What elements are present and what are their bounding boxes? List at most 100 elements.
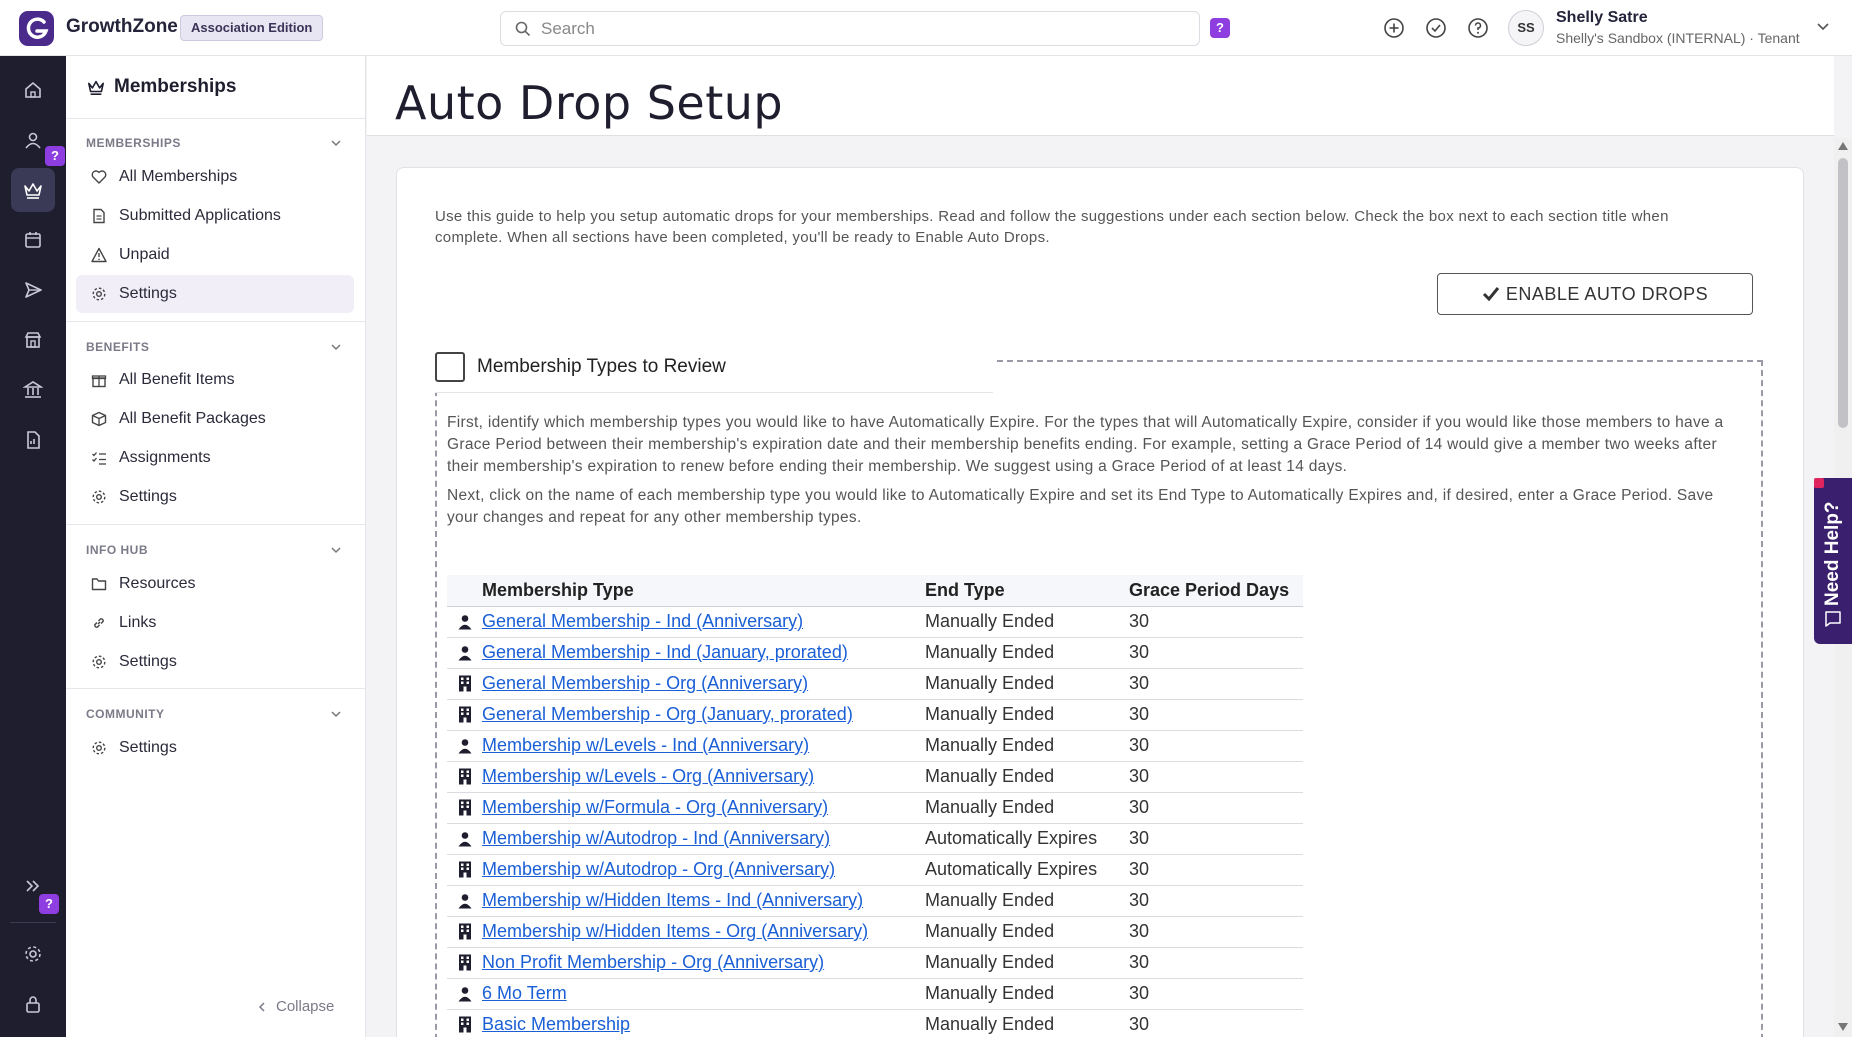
gear-icon — [92, 741, 106, 755]
nav-rail: ? ? — [0, 56, 66, 1037]
sidebar-item-infohub-settings[interactable]: Settings — [76, 643, 354, 681]
sidebar-item-links[interactable]: Links — [76, 604, 354, 642]
person-icon — [447, 606, 482, 638]
table-row: Membership w/Autodrop - Org (Anniversary… — [447, 854, 1303, 886]
sidebar-item-resources[interactable]: Resources — [76, 565, 354, 603]
membership-type-link[interactable]: General Membership - Ind (Anniversary) — [482, 611, 803, 631]
sidebar-header: Memberships — [86, 76, 236, 98]
enable-auto-drops-button[interactable]: ENABLE AUTO DROPS — [1437, 273, 1753, 315]
help-icon[interactable] — [1467, 17, 1489, 39]
section-memberships[interactable]: MEMBERSHIPS — [86, 136, 181, 150]
user-name[interactable]: Shelly Satre — [1556, 9, 1648, 27]
section-complete-checkbox[interactable] — [435, 352, 465, 382]
end-type-cell: Manually Ended — [925, 947, 1129, 979]
need-help-tab[interactable]: Need Help? — [1814, 478, 1852, 644]
home-icon[interactable] — [11, 68, 55, 112]
sidebar-item-assignments[interactable]: Assignments — [76, 439, 354, 477]
grace-period-cell: 30 — [1129, 823, 1303, 855]
membership-type-link[interactable]: General Membership - Ind (January, prora… — [482, 642, 848, 662]
person-icon — [447, 823, 482, 855]
chevron-down-icon[interactable] — [330, 341, 342, 353]
need-help-label: Need Help? — [1822, 501, 1843, 606]
header-grace-period[interactable]: Grace Period Days — [1129, 575, 1303, 607]
table-row: General Membership - Ind (Anniversary) Ma… — [447, 606, 1303, 638]
chevron-down-icon[interactable] — [330, 708, 342, 720]
collapse-label: Collapse — [276, 998, 335, 1015]
header-icon-col — [447, 575, 482, 607]
scrollbar-thumb[interactable] — [1838, 158, 1848, 428]
chevron-down-icon[interactable] — [330, 544, 342, 556]
grace-period-cell: 30 — [1129, 730, 1303, 762]
section-community[interactable]: COMMUNITY — [86, 707, 165, 721]
sidebar-item-benefits-settings[interactable]: Settings — [76, 478, 354, 516]
collapse-button[interactable]: Collapse — [256, 998, 334, 1015]
membership-type-link[interactable]: Membership w/Autodrop - Org (Anniversary… — [482, 859, 835, 879]
section-paragraph-2: Next, click on the name of each membersh… — [447, 487, 1714, 526]
membership-type-link[interactable]: Basic Membership — [482, 1014, 630, 1034]
edition-badge: Association Edition — [180, 15, 324, 41]
membership-type-link[interactable]: Membership w/Hidden Items - Org (Anniver… — [482, 921, 868, 941]
section-benefits[interactable]: BENEFITS — [86, 340, 149, 354]
sidebar-item-submitted-applications[interactable]: Submitted Applications — [76, 197, 354, 235]
lock-icon[interactable] — [11, 982, 55, 1026]
report-icon[interactable] — [11, 418, 55, 462]
membership-type-link[interactable]: General Membership - Org (Anniversary) — [482, 673, 808, 693]
gear-icon — [92, 655, 106, 669]
membership-type-link[interactable]: Membership w/Levels - Ind (Anniversary) — [482, 735, 809, 755]
sidebar-item-unpaid[interactable]: Unpaid — [76, 236, 354, 274]
membership-type-link[interactable]: Membership w/Autodrop - Ind (Anniversary… — [482, 828, 830, 848]
scroll-up-arrow-icon[interactable] — [1838, 142, 1848, 150]
rail-help-badge[interactable]: ? — [45, 146, 65, 166]
sidebar-item-memberships-settings[interactable]: Settings — [76, 275, 354, 313]
person-icon — [447, 730, 482, 762]
sidebar-item-all-memberships[interactable]: All Memberships — [76, 158, 354, 196]
calendar-icon[interactable] — [11, 218, 55, 262]
heart-icon — [91, 170, 107, 184]
chevron-down-icon[interactable] — [330, 137, 342, 149]
search-input[interactable] — [541, 18, 1181, 40]
end-type-cell: Automatically Expires — [925, 854, 1129, 886]
header-membership-type[interactable]: Membership Type — [482, 575, 925, 607]
membership-type-link[interactable]: Membership w/Levels - Org (Anniversary) — [482, 766, 814, 786]
grace-period-cell: 30 — [1129, 1009, 1303, 1037]
growthzone-logo-icon[interactable] — [19, 11, 54, 46]
building-icon — [447, 761, 482, 793]
table-row: Non Profit Membership - Org (Anniversary… — [447, 947, 1303, 979]
sidebar-item-all-benefit-items[interactable]: All Benefit Items — [76, 361, 354, 399]
check-circle-icon[interactable] — [1425, 17, 1447, 39]
header-end-type[interactable]: End Type — [925, 575, 1129, 607]
section-title: Membership Types to Review — [477, 356, 726, 377]
rail-bottom-help-badge[interactable]: ? — [39, 894, 59, 914]
sidebar-item-label: Assignments — [119, 449, 211, 466]
bank-icon[interactable] — [11, 368, 55, 412]
end-type-cell: Automatically Expires — [925, 823, 1129, 855]
chevron-down-icon[interactable] — [1816, 20, 1830, 34]
sidebar-item-label: All Benefit Packages — [119, 410, 266, 427]
rail-divider — [10, 922, 56, 923]
check-icon — [1482, 287, 1500, 302]
grace-period-cell: 30 — [1129, 637, 1303, 669]
sidebar-item-all-benefit-packages[interactable]: All Benefit Packages — [76, 400, 354, 438]
section-info-hub[interactable]: INFO HUB — [86, 543, 148, 557]
membership-type-link[interactable]: General Membership - Org (January, prora… — [482, 704, 853, 724]
add-icon[interactable] — [1383, 17, 1405, 39]
membership-type-link[interactable]: Membership w/Hidden Items - Ind (Anniver… — [482, 890, 863, 910]
avatar[interactable]: SS — [1508, 10, 1544, 46]
send-icon[interactable] — [11, 268, 55, 312]
store-icon[interactable] — [11, 318, 55, 362]
grace-period-cell: 30 — [1129, 947, 1303, 979]
search-help-badge[interactable]: ? — [1210, 18, 1230, 38]
membership-type-link[interactable]: 6 Mo Term — [482, 983, 567, 1003]
table-row: 6 Mo Term Manually Ended 30 — [447, 978, 1303, 1010]
scroll-down-arrow-icon[interactable] — [1838, 1023, 1848, 1031]
search-box[interactable] — [500, 11, 1200, 46]
membership-type-link[interactable]: Non Profit Membership - Org (Anniversary… — [482, 952, 824, 972]
sidebar-item-label: Settings — [119, 739, 177, 756]
sidebar-item-label: Unpaid — [119, 246, 170, 263]
sidebar-item-community-settings[interactable]: Settings — [76, 729, 354, 767]
memberships-crown-icon[interactable] — [11, 168, 55, 212]
membership-type-link[interactable]: Membership w/Formula - Org (Anniversary) — [482, 797, 828, 817]
gear-icon[interactable] — [11, 932, 55, 976]
link-icon — [94, 618, 104, 628]
grace-period-cell: 30 — [1129, 606, 1303, 638]
